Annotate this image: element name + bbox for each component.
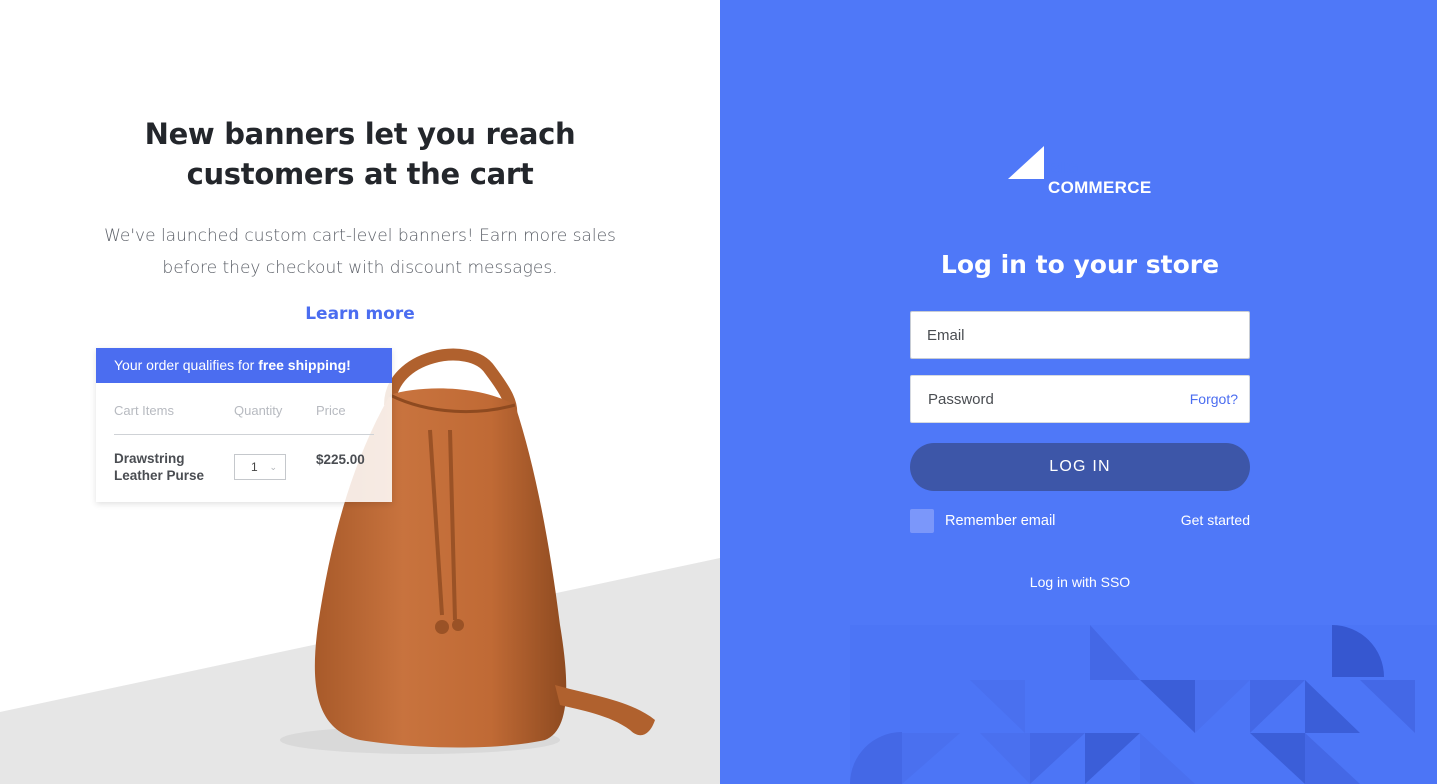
learn-more-link[interactable]: Learn more <box>260 304 460 324</box>
get-started-link[interactable]: Get started <box>1181 512 1250 528</box>
quantity-value: 1 <box>251 460 258 474</box>
remember-email-checkbox[interactable] <box>910 509 934 533</box>
cart-banner-highlight: free shipping! <box>258 357 351 373</box>
promo-title: New banners let you reach customers at t… <box>144 117 576 191</box>
logo-wordmark: BIGCOMMERCE <box>1048 158 1158 198</box>
chevron-down-icon: ⌄ <box>269 462 277 472</box>
quantity-select: 1 ⌄ <box>234 454 286 480</box>
cart-divider <box>114 434 374 435</box>
password-field-wrapper: Forgot? <box>910 375 1250 423</box>
quantity-header: Quantity <box>234 403 283 418</box>
logo-commerce: COMMERCE <box>1048 178 1152 197</box>
geometric-pattern <box>850 625 1437 784</box>
login-button[interactable]: LOG IN <box>910 443 1250 491</box>
cart-items-header: Cart Items <box>114 403 174 418</box>
price-header: Price <box>316 403 346 418</box>
logo-big: BIG <box>1048 158 1080 177</box>
logo-mark-icon <box>1008 146 1044 179</box>
email-field-wrapper <box>910 311 1250 359</box>
forgot-password-link[interactable]: Forgot? <box>1190 391 1238 407</box>
login-title: Log in to your store <box>940 250 1220 279</box>
remember-email-toggle[interactable]: Remember email <box>910 509 1055 533</box>
login-panel: BIGCOMMERCE Log in to your store Forgot?… <box>720 0 1437 784</box>
cart-item-name: Drawstring Leather Purse <box>114 451 205 483</box>
cart-preview-card: Your order qualifies for free shipping! … <box>96 348 392 502</box>
cart-item-price: $225.00 <box>316 452 365 467</box>
bigcommerce-logo: BIGCOMMERCE <box>1008 146 1158 197</box>
sso-login-link[interactable]: Log in with SSO <box>980 574 1180 590</box>
promo-panel: New banners let you reach customers at t… <box>0 0 720 784</box>
email-input[interactable] <box>911 312 1249 358</box>
cart-banner: Your order qualifies for free shipping! <box>96 348 392 383</box>
promo-description: We've launched custom cart-level banners… <box>104 226 616 278</box>
cart-banner-text: Your order qualifies for <box>114 357 259 373</box>
remember-email-label: Remember email <box>945 513 1056 529</box>
